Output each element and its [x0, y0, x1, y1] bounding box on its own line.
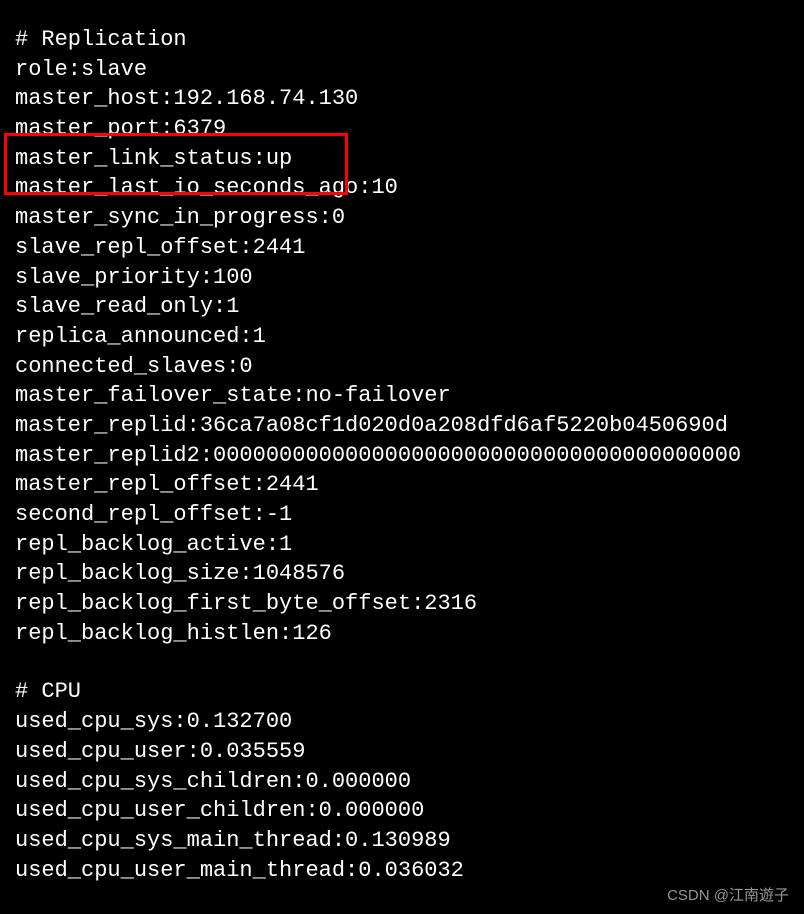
- terminal-output: # Replication role:slave master_host:192…: [15, 25, 789, 885]
- replication-header: # Replication: [15, 25, 789, 55]
- output-line: master_port:6379: [15, 114, 789, 144]
- output-line: used_cpu_user:0.035559: [15, 737, 789, 767]
- output-line: connected_slaves:0: [15, 352, 789, 382]
- output-line: repl_backlog_histlen:126: [15, 619, 789, 649]
- cpu-header: # CPU: [15, 677, 789, 707]
- blank-line: [15, 648, 789, 677]
- output-line: slave_priority:100: [15, 263, 789, 293]
- output-line: master_replid:36ca7a08cf1d020d0a208dfd6a…: [15, 411, 789, 441]
- output-line: replica_announced:1: [15, 322, 789, 352]
- output-line: second_repl_offset:-1: [15, 500, 789, 530]
- watermark-text: CSDN @江南遊子: [667, 886, 789, 906]
- output-line: master_host:192.168.74.130: [15, 84, 789, 114]
- output-line: master_sync_in_progress:0: [15, 203, 789, 233]
- output-line: slave_repl_offset:2441: [15, 233, 789, 263]
- output-line: master_failover_state:no-failover: [15, 381, 789, 411]
- output-line: used_cpu_sys:0.132700: [15, 707, 789, 737]
- output-line: repl_backlog_size:1048576: [15, 559, 789, 589]
- output-line: used_cpu_sys_main_thread:0.130989: [15, 826, 789, 856]
- output-line: repl_backlog_first_byte_offset:2316: [15, 589, 789, 619]
- output-line: used_cpu_sys_children:0.000000: [15, 767, 789, 797]
- output-line: used_cpu_user_main_thread:0.036032: [15, 856, 789, 886]
- output-line: role:slave: [15, 55, 789, 85]
- output-line: repl_backlog_active:1: [15, 530, 789, 560]
- output-line-highlighted: master_link_status:up: [15, 144, 789, 174]
- output-line: slave_read_only:1: [15, 292, 789, 322]
- output-line: master_repl_offset:2441: [15, 470, 789, 500]
- output-line: master_last_io_seconds_ago:10: [15, 173, 789, 203]
- output-line: used_cpu_user_children:0.000000: [15, 796, 789, 826]
- output-line: master_replid2:0000000000000000000000000…: [15, 441, 789, 471]
